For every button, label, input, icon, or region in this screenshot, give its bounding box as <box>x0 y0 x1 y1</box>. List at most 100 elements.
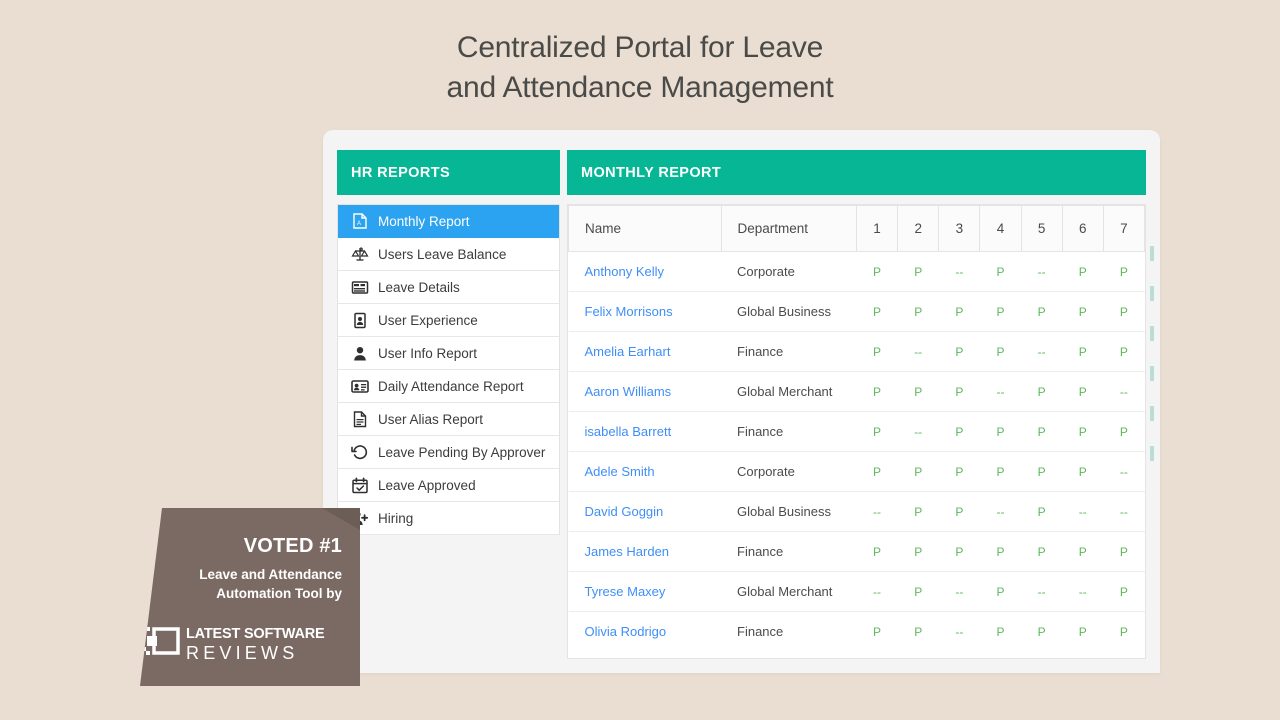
sidebar-item-users-leave-balance[interactable]: Users Leave Balance <box>338 238 559 271</box>
attendance-cell: P <box>856 411 898 452</box>
attendance-cell: P <box>897 371 939 412</box>
column-header-name: Name <box>568 205 722 252</box>
employee-name-cell: Tyrese Maxey <box>568 571 722 612</box>
table-row: Tyrese Maxey Global Merchant -- P -- P -- -- P <box>568 571 1145 612</box>
table-row: isabella Barrett Finance P -- P P P P P <box>568 411 1145 452</box>
clipped-edge-markers <box>1150 246 1156 486</box>
attendance-cell: P <box>856 371 898 412</box>
attendance-cell: P <box>1037 624 1046 639</box>
sidebar-item-label: Hiring <box>378 510 414 526</box>
employee-name-cell: Aaron Williams <box>568 371 722 412</box>
attendance-cell: -- <box>897 411 939 452</box>
attendance-cell: P <box>897 571 939 612</box>
department-cell: Finance <box>737 624 784 640</box>
attendance-cell: -- <box>938 571 980 612</box>
department-cell: Finance <box>721 331 857 372</box>
attendance-cell: P <box>1021 451 1063 492</box>
award-badge-subtitle-line-2: Automation Tool by <box>216 586 342 601</box>
sidebar-item-user-experience[interactable]: User Experience <box>338 304 559 337</box>
employee-name-link[interactable]: Anthony Kelly <box>585 264 665 279</box>
employee-name-link[interactable]: Amelia Earhart <box>585 344 671 359</box>
column-header-2: 2 <box>897 205 940 252</box>
attendance-cell: P <box>873 624 882 639</box>
sidebar-item-daily-attendance-report[interactable]: Daily Attendance Report <box>338 370 559 403</box>
sidebar-item-label: Users Leave Balance <box>378 246 507 262</box>
department-cell: Global Merchant <box>721 371 857 412</box>
attendance-cell: P <box>979 531 1022 572</box>
employee-name-cell: Felix Morrisons <box>568 291 722 332</box>
document-icon <box>350 410 370 427</box>
employee-name-cell: Adele Smith <box>568 451 722 492</box>
sidebar-header-label: HR REPORTS <box>351 164 451 181</box>
attendance-cell: P <box>1103 531 1145 572</box>
attendance-cell: P <box>979 411 1022 452</box>
table-row: James Harden Finance P P P P P P P <box>568 531 1145 572</box>
sidebar-item-label: Daily Attendance Report <box>378 378 524 394</box>
employee-name-cell: Olivia Rodrigo <box>569 612 722 652</box>
attendance-cell: -- <box>979 491 1022 532</box>
sidebar-item-label: Leave Details <box>378 279 460 295</box>
attendance-cell: P <box>938 331 980 372</box>
attendance-cell: -- <box>856 571 898 612</box>
attendance-cell: -- <box>938 251 980 292</box>
sidebar-item-leave-details[interactable]: Leave Details <box>338 271 559 304</box>
attendance-cell: P <box>1062 251 1104 292</box>
edge-marker <box>1150 246 1154 261</box>
employee-name-link[interactable]: Tyrese Maxey <box>585 584 666 599</box>
employee-name-cell: isabella Barrett <box>568 411 722 452</box>
sidebar-item-leave-pending-by-approver[interactable]: Leave Pending By Approver <box>338 436 559 469</box>
attendance-cell: P <box>1021 371 1063 412</box>
employee-name-link[interactable]: Olivia Rodrigo <box>585 624 667 639</box>
department-cell: Corporate <box>721 251 857 292</box>
attendance-cell: -- <box>1021 251 1063 292</box>
attendance-cell: P <box>1062 331 1104 372</box>
pdf-file-icon: A <box>350 212 370 229</box>
table-header-row: Name Department 1 2 3 4 5 6 7 <box>568 205 1146 252</box>
employee-name-cell: James Harden <box>568 531 722 572</box>
employee-name-cell: Amelia Earhart <box>568 331 722 372</box>
column-header-3: 3 <box>938 205 981 252</box>
history-icon <box>350 444 370 460</box>
attendance-cell: P <box>1062 451 1104 492</box>
sidebar-item-leave-approved[interactable]: Leave Approved <box>338 469 559 502</box>
sidebar-item-user-info-report[interactable]: User Info Report <box>338 337 559 370</box>
attendance-cell: P <box>1103 251 1145 292</box>
table-row: Adele Smith Corporate P P P P P P -- <box>568 451 1145 492</box>
attendance-cell: P <box>1103 291 1145 332</box>
attendance-cell: -- <box>1062 491 1104 532</box>
attendance-cell: P <box>856 331 898 372</box>
attendance-cell: P <box>1021 491 1063 532</box>
latest-software-reviews-logo: LATEST SOFTWARE REVIEWS <box>140 625 342 664</box>
id-badge-icon <box>350 312 370 328</box>
ribbon-fold-corner <box>322 508 360 530</box>
employee-name-link[interactable]: isabella Barrett <box>585 424 672 439</box>
employee-name-link[interactable]: Aaron Williams <box>585 384 672 399</box>
column-header-department: Department <box>720 205 857 252</box>
attendance-cell: P <box>1062 531 1104 572</box>
attendance-cell: P <box>856 251 898 292</box>
employee-name-link[interactable]: James Harden <box>585 544 670 559</box>
person-icon <box>350 345 370 361</box>
attendance-cell: -- <box>1021 571 1063 612</box>
employee-name-link[interactable]: David Goggin <box>585 504 664 519</box>
sidebar-item-hiring[interactable]: Hiring <box>338 502 559 535</box>
employee-name-link[interactable]: Adele Smith <box>585 464 655 479</box>
award-badge-title: VOTED #1 <box>243 535 342 557</box>
attendance-cell: P <box>979 251 1022 292</box>
sidebar-item-label: User Experience <box>378 312 478 328</box>
edge-marker <box>1150 406 1154 421</box>
attendance-cell: P <box>938 371 980 412</box>
sidebar-item-user-alias-report[interactable]: User Alias Report <box>338 403 559 436</box>
table-row: Aaron Williams Global Merchant P P P -- P P -- <box>568 371 1145 412</box>
sidebar-item-label: User Info Report <box>378 345 478 361</box>
sidebar-item-label: User Alias Report <box>378 411 484 427</box>
sidebar-item-monthly-report[interactable]: A Monthly Report <box>338 205 559 238</box>
attendance-cell: -- <box>897 331 939 372</box>
attendance-cell: P <box>1021 531 1063 572</box>
table-icon <box>350 279 370 295</box>
department-cell: Corporate <box>721 451 857 492</box>
attendance-cell: P <box>1062 371 1104 412</box>
attendance-cell: P <box>996 624 1005 639</box>
attendance-cell: -- <box>955 624 964 639</box>
employee-name-link[interactable]: Felix Morrisons <box>585 304 673 319</box>
